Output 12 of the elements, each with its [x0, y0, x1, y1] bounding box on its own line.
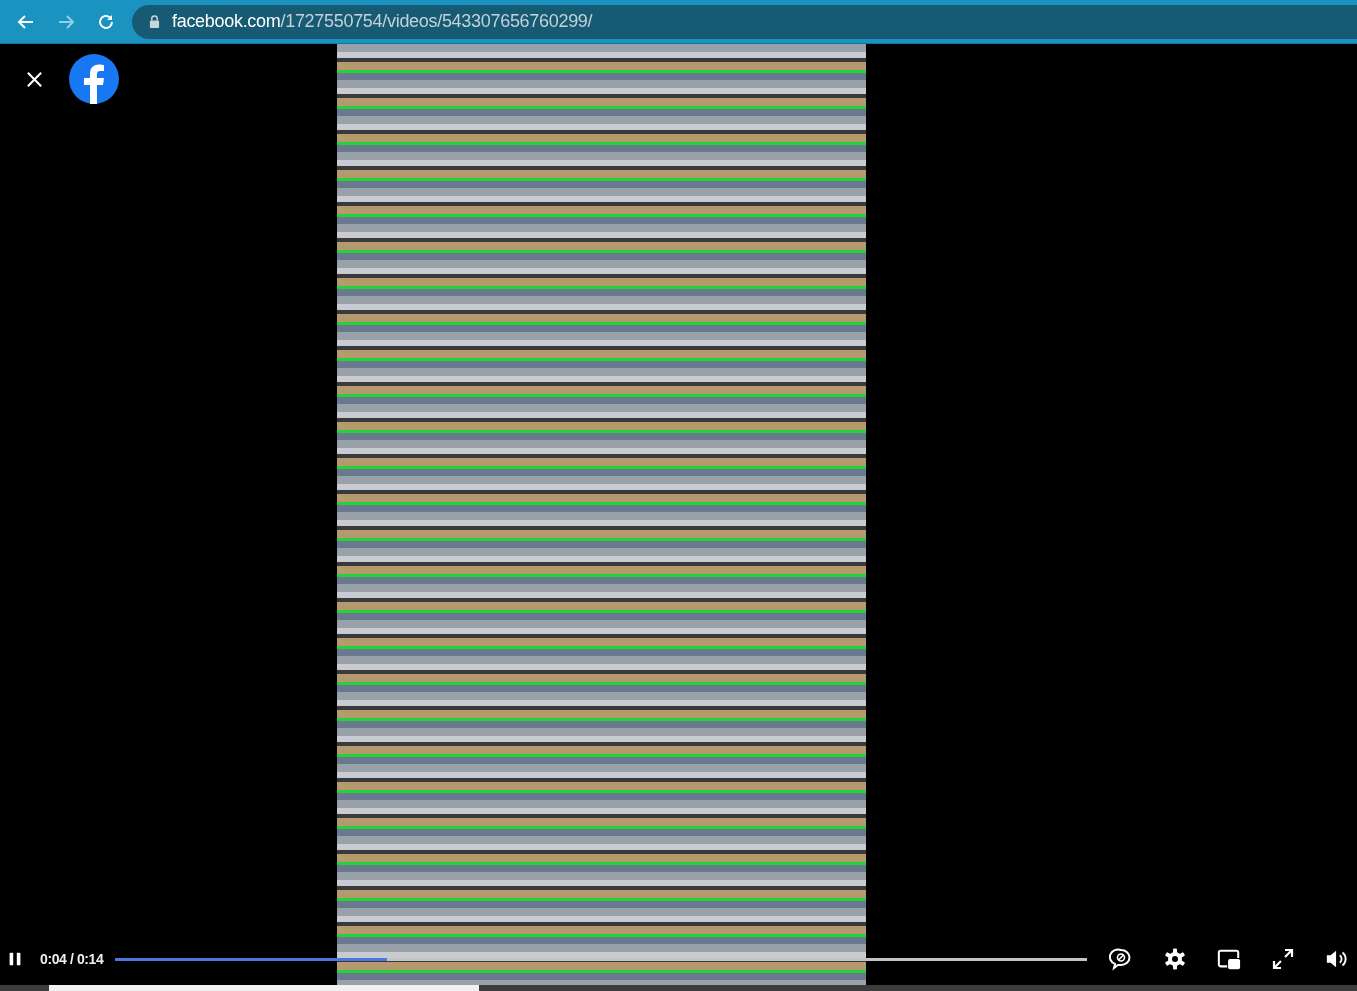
f-logo-icon[interactable]: [69, 54, 119, 104]
playback-time: 0:04 / 0:14: [40, 951, 104, 967]
address-bar[interactable]: facebook.com/1727550754/videos/543307656760299/: [132, 4, 1357, 39]
expand-icon[interactable]: [1271, 947, 1295, 971]
close-icon[interactable]: [25, 70, 44, 89]
settings-icon[interactable]: [1163, 947, 1187, 971]
url-text: facebook.com/1727550754/videos/543307656760299/: [172, 11, 593, 32]
speech-bubble-icon[interactable]: [1109, 947, 1133, 971]
progress-track[interactable]: [115, 957, 1087, 961]
picture-in-picture-icon[interactable]: [1217, 947, 1241, 971]
scrollbar-thumb[interactable]: [49, 985, 479, 991]
lock-icon: [149, 15, 160, 28]
